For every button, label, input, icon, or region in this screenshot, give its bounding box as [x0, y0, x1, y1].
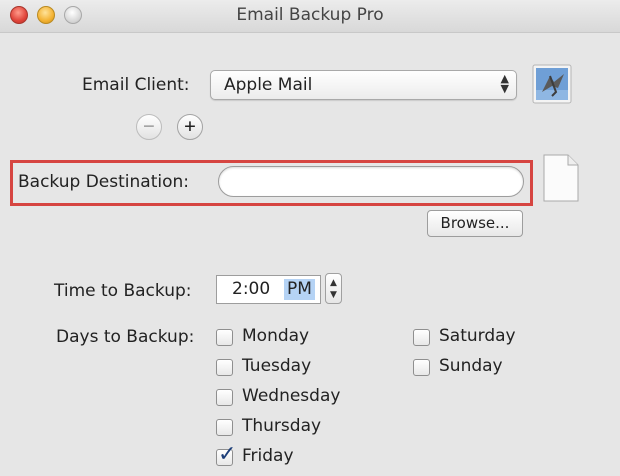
day-label: Sunday [439, 356, 503, 376]
time-field[interactable]: 2:00 PM [216, 275, 321, 304]
popup-arrows-icon: ▲ ▼ [500, 72, 509, 95]
add-client-button[interactable]: + [177, 114, 203, 140]
remove-client-button[interactable]: − [136, 114, 162, 140]
time-stepper[interactable]: ▲ ▼ [325, 273, 342, 304]
checkbox[interactable]: ✓ [413, 359, 430, 376]
day-label: Thursday [242, 416, 322, 436]
checkbox[interactable]: ✓ [216, 359, 233, 376]
app-window: Email Backup Pro Email Client: Apple Mai… [0, 0, 620, 476]
email-client-selected: Apple Mail [224, 75, 313, 95]
document-icon [543, 154, 579, 202]
email-client-label: Email Client: [82, 75, 190, 95]
day-label: Saturday [439, 326, 516, 346]
checkbox[interactable]: ✓ [216, 389, 233, 406]
title-bar: Email Backup Pro [0, 0, 620, 33]
checkbox[interactable]: ✓ [216, 444, 236, 466]
checkmark-icon: ✓ [218, 442, 237, 467]
mail-stamp-icon [530, 62, 574, 106]
time-ampm-segment[interactable]: PM [284, 279, 315, 300]
window-title: Email Backup Pro [236, 5, 384, 25]
day-label: Friday [242, 446, 294, 466]
day-label: Monday [242, 326, 310, 346]
checkbox[interactable]: ✓ [216, 329, 233, 346]
days-to-backup-label: Days to Backup: [56, 327, 195, 347]
backup-destination-label: Backup Destination: [18, 172, 189, 192]
day-label: Tuesday [242, 356, 312, 376]
time-hour-minute[interactable]: 2:00 [232, 279, 270, 299]
email-client-popup[interactable]: Apple Mail ▲ ▼ [210, 70, 517, 100]
checkbox[interactable]: ✓ [413, 329, 430, 346]
backup-destination-field[interactable] [218, 166, 524, 197]
time-to-backup-label: Time to Backup: [54, 281, 192, 301]
day-label: Wednesday [242, 386, 341, 406]
browse-button[interactable]: Browse... [427, 210, 523, 237]
checkbox[interactable]: ✓ [216, 419, 233, 436]
